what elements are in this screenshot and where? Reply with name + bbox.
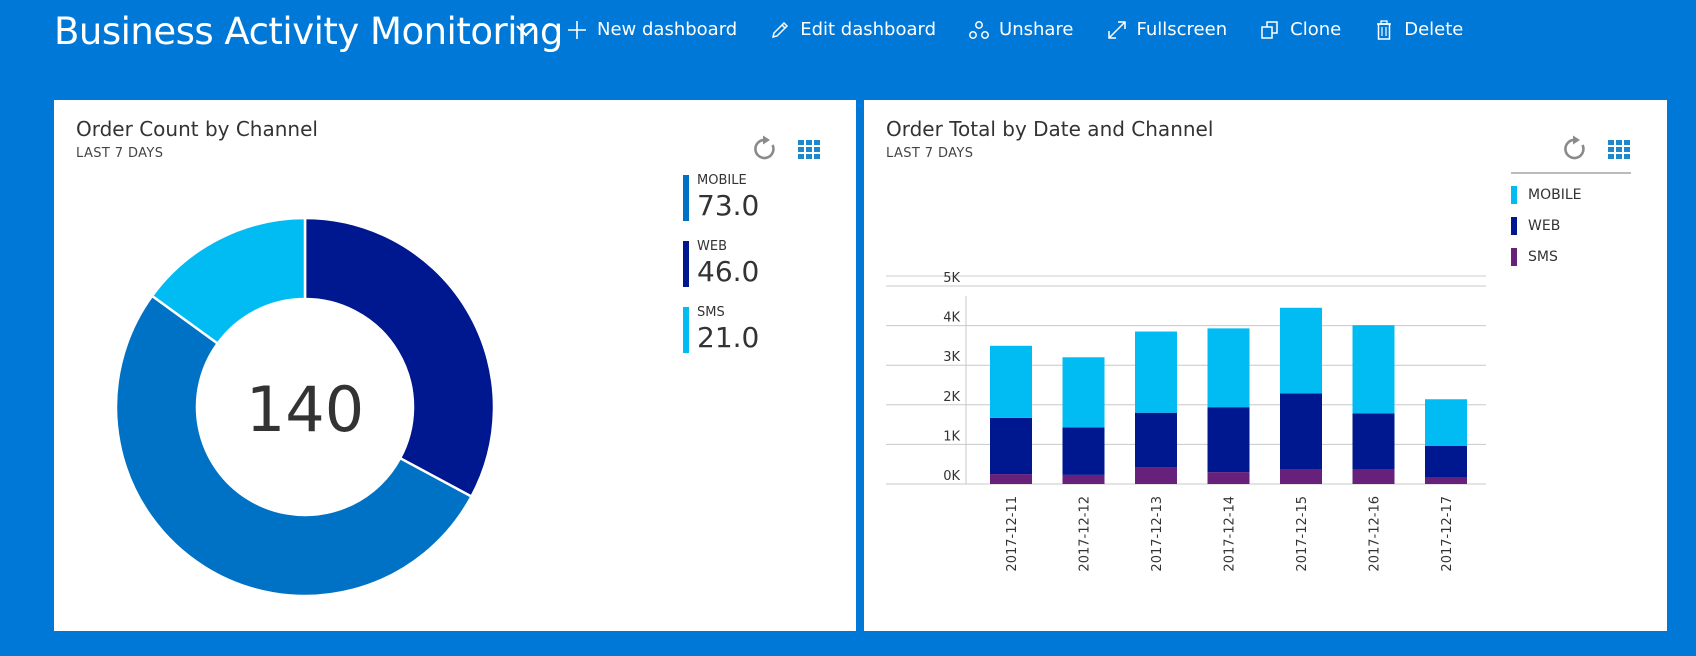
bar-mobile-2017-12-15[interactable] [1280,307,1322,394]
x-tick-label: 2017-12-15 [1295,496,1310,572]
x-tick-label: 2017-12-16 [1368,496,1383,572]
bar-mobile-2017-12-11[interactable] [990,345,1032,418]
x-tick-label: 2017-12-12 [1078,496,1093,572]
plus-icon [566,19,588,41]
x-tick-label: 2017-12-13 [1150,496,1165,572]
bar-sms-2017-12-16[interactable] [1352,469,1395,484]
new-dashboard-button[interactable]: New dashboard [566,16,737,44]
unshare-button[interactable]: Unshare [968,16,1074,44]
panel-title: Order Total by Date and Channel [886,117,1214,141]
y-tick-label: 0K [943,469,960,484]
refresh-icon[interactable] [1560,134,1590,164]
panel-title: Order Count by Channel [76,117,318,141]
refresh-icon[interactable] [750,134,780,164]
x-tick-label: 2017-12-17 [1440,496,1455,572]
clone-button[interactable]: Clone [1259,16,1341,44]
trash-icon [1373,19,1395,41]
bar-sms-2017-12-14[interactable] [1207,472,1250,484]
bar-web-2017-12-15[interactable] [1280,393,1322,470]
order-total-panel: Order Total by Date and Channel LAST 7 D… [864,100,1667,631]
fullscreen-button[interactable]: Fullscreen [1106,16,1228,44]
unshare-icon [968,19,990,41]
legend-divider [1511,172,1631,174]
legend-label: WEB [1528,218,1561,234]
fullscreen-icon [1106,19,1128,41]
bar-sms-2017-12-17[interactable] [1425,477,1467,484]
legend-swatch-sms [683,307,689,353]
bar-web-2017-12-11[interactable] [990,417,1032,475]
y-tick-label: 4K [943,311,960,326]
bar-sms-2017-12-11[interactable] [990,474,1032,484]
legend-value: 73.0 [697,189,760,222]
bar-web-2017-12-12[interactable] [1062,427,1105,475]
bar-mobile-2017-12-14[interactable] [1207,328,1250,408]
bar-web-2017-12-14[interactable] [1207,407,1250,473]
bar-sms-2017-12-12[interactable] [1062,474,1105,484]
order-count-donut-chart: 140 [114,216,496,598]
x-tick-label: 2017-12-14 [1223,496,1238,572]
bar-web-2017-12-17[interactable] [1425,445,1467,478]
y-tick-label: 2K [943,390,960,405]
unshare-label: Unshare [999,19,1074,40]
pencil-icon [769,19,791,41]
panel-actions [1560,134,1670,166]
donut-center-value: 140 [246,373,364,446]
fullscreen-label: Fullscreen [1136,19,1228,40]
dashboard-header: Business Activity Monitoring New dashboa… [0,0,1696,70]
legend-swatch-web [1511,217,1517,235]
legend-label: MOBILE [1528,187,1582,203]
panel-subtitle: LAST 7 DAYS [886,146,974,161]
delete-button[interactable]: Delete [1373,16,1463,44]
edit-dashboard-label: Edit dashboard [800,19,937,40]
legend-label: SMS [1528,249,1558,265]
y-tick-label: 3K [943,350,960,365]
x-tick-label: 2017-12-11 [1005,496,1020,572]
legend-swatch-web [683,241,689,287]
grid-view-icon[interactable] [794,134,824,164]
dashboard-title[interactable]: Business Activity Monitoring [54,8,563,56]
legend-label: MOBILE [697,173,747,188]
legend-label: WEB [697,239,727,254]
donut-slice-web[interactable] [303,216,496,499]
order-total-bar-chart: 0K 1K 2K 3K 4K 5K 2017-12-11 2017-12-12 2017-12-… [886,271,1486,572]
bar-web-2017-12-16[interactable] [1352,413,1395,470]
bar-sms-2017-12-15[interactable] [1280,469,1322,484]
legend-value: 46.0 [697,255,760,288]
delete-label: Delete [1404,19,1464,40]
legend-swatch-mobile [1511,186,1517,204]
legend-label: SMS [697,305,725,320]
new-dashboard-label: New dashboard [597,19,738,40]
clone-label: Clone [1290,19,1342,40]
dashboard-toolbar: New dashboard Edit dashboard Unshare Ful… [566,16,1495,44]
bar-web-2017-12-13[interactable] [1135,412,1177,468]
panel-actions [750,134,860,166]
order-count-panel: Order Count by Channel LAST 7 DAYS 140 M… [54,100,856,631]
y-tick-label: 1K [943,429,960,444]
bar-mobile-2017-12-12[interactable] [1062,357,1105,428]
bar-mobile-2017-12-16[interactable] [1352,325,1395,414]
legend-swatch-sms [1511,248,1517,266]
panel-subtitle: LAST 7 DAYS [76,146,164,161]
bar-sms-2017-12-13[interactable] [1135,467,1177,484]
edit-dashboard-button[interactable]: Edit dashboard [769,16,936,44]
bar-mobile-2017-12-13[interactable] [1135,331,1177,413]
bar-mobile-2017-12-17[interactable] [1425,399,1467,446]
legend-swatch-mobile [683,175,689,221]
chevron-down-icon[interactable] [514,18,538,42]
y-tick-label: 5K [943,271,960,286]
clone-icon [1259,19,1281,41]
legend-value: 21.0 [697,321,760,354]
grid-view-icon[interactable] [1604,134,1634,164]
